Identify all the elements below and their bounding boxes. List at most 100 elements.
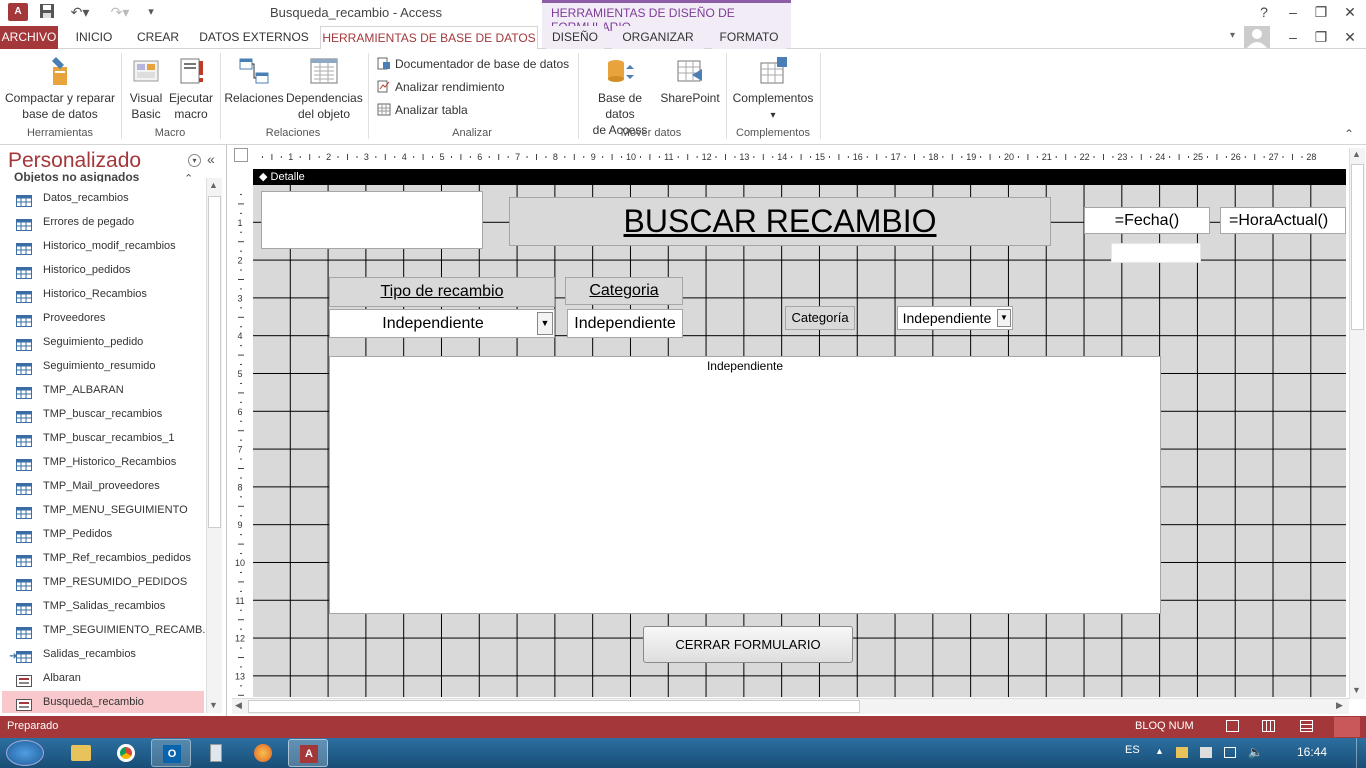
analizar-tabla-button[interactable]: Analizar tabla [377, 101, 468, 119]
explorer-icon[interactable] [61, 739, 101, 767]
nav-item[interactable]: Seguimiento_pedido [2, 331, 204, 353]
tray-flag-icon[interactable] [1176, 747, 1188, 758]
nav-item[interactable]: Albaran [2, 667, 204, 689]
customize-qat-icon[interactable]: ▾ [142, 3, 160, 21]
scroll-left-icon[interactable]: ◀ [235, 700, 242, 711]
tab-herramientas-bd[interactable]: HERRAMIENTAS DE BASE DE DATOS [320, 26, 538, 50]
tab-archivo[interactable]: ARCHIVO [0, 26, 58, 49]
nav-item[interactable]: TMP_buscar_recambios [2, 403, 204, 425]
vertical-scroll-thumb[interactable] [1351, 164, 1364, 330]
documentador-button[interactable]: Documentador de base de datos [377, 55, 569, 73]
relaciones-button[interactable]: Relaciones [224, 55, 284, 106]
nav-scroll-thumb[interactable] [208, 196, 221, 528]
chrome-icon[interactable] [106, 739, 146, 767]
categoria-textbox[interactable]: Independiente [567, 309, 683, 338]
nav-item[interactable]: TMP_Mail_proveedores [2, 475, 204, 497]
clock[interactable]: 16:44 [1297, 745, 1327, 759]
nav-item[interactable]: TMP_buscar_recambios_1 [2, 427, 204, 449]
compactar-button[interactable]: Compactar y reparar base de datos [4, 55, 116, 122]
access-taskbar-icon[interactable]: A [288, 739, 328, 767]
visual-basic-button[interactable]: Visual Basic [126, 55, 166, 122]
form-selector[interactable] [234, 148, 248, 162]
account-dropdown-icon[interactable]: ▾ [1230, 30, 1235, 41]
nav-item[interactable]: TMP_MENU_SEGUIMIENTO [2, 499, 204, 521]
form-view-icon[interactable] [1226, 720, 1239, 732]
collapse-group-icon[interactable]: ⌃ [184, 172, 193, 185]
nav-item[interactable]: TMP_Ref_recambios_pedidos [2, 547, 204, 569]
layout-view-icon[interactable] [1300, 720, 1313, 732]
ribbon-minimize-button[interactable]: – [1281, 28, 1305, 46]
logo-image-control[interactable] [261, 191, 483, 249]
cerrar-formulario-button[interactable]: CERRAR FORMULARIO [643, 626, 853, 663]
avatar[interactable] [1244, 26, 1270, 48]
subform-control[interactable]: Independiente [329, 356, 1161, 614]
tipo-recambio-combo[interactable]: Independiente ▼ [329, 309, 555, 338]
shutter-bar-icon[interactable]: « [207, 151, 215, 167]
horizontal-scroll-thumb[interactable] [248, 700, 860, 713]
collapse-ribbon-icon[interactable]: ⌃ [1344, 127, 1354, 141]
help-button[interactable]: ? [1252, 3, 1276, 21]
undo-icon[interactable]: ↶▾ [66, 3, 94, 21]
ejecutar-macro-button[interactable]: Ejecutar macro [168, 55, 214, 122]
tab-inicio[interactable]: INICIO [66, 26, 122, 49]
nav-item[interactable]: TMP_Salidas_recambios [2, 595, 204, 617]
show-desktop-button[interactable] [1356, 738, 1366, 768]
nav-item[interactable]: Historico_modif_recambios [2, 235, 204, 257]
nav-scrollbar[interactable]: ▲ ▼ [206, 178, 222, 713]
nav-item[interactable]: Historico_pedidos [2, 259, 204, 281]
tab-datos-externos[interactable]: DATOS EXTERNOS [196, 26, 312, 49]
tab-organizar[interactable]: ORGANIZAR [612, 26, 704, 49]
nav-item[interactable]: Busqueda_recambio [2, 691, 204, 713]
nav-menu-icon[interactable]: ▾ [188, 154, 201, 167]
tab-diseno[interactable]: DISEÑO [546, 26, 604, 49]
close-button[interactable]: ✕ [1338, 3, 1362, 21]
ribbon-restore-button[interactable]: ❐ [1309, 28, 1333, 46]
blank-textbox[interactable] [1111, 243, 1201, 263]
tipo-recambio-label[interactable]: Tipo de recambio [329, 277, 555, 307]
minimize-button[interactable]: – [1281, 3, 1305, 21]
nav-group-header[interactable]: Objetos no asignados [14, 170, 139, 182]
scroll-down-icon[interactable]: ▼ [1352, 685, 1361, 695]
dropdown-arrow-icon[interactable]: ▼ [537, 312, 553, 335]
detail-section-header[interactable]: ◆ Detalle [253, 169, 1346, 185]
nav-item[interactable]: ➜ Salidas_recambios [2, 643, 204, 665]
sharepoint-button[interactable]: SharePoint [658, 55, 722, 106]
horizontal-scrollbar[interactable]: ◀ ▶ [232, 698, 1349, 714]
outlook-icon[interactable]: O [151, 739, 191, 767]
scroll-right-icon[interactable]: ▶ [1336, 700, 1343, 711]
nav-item[interactable]: TMP_RESUMIDO_PEDIDOS [2, 571, 204, 593]
nav-item[interactable]: TMP_ALBARAN [2, 379, 204, 401]
tray-expand-icon[interactable]: ▲ [1155, 746, 1164, 756]
categoria-combo[interactable]: Independiente ▼ [897, 306, 1013, 330]
categoria-label-2[interactable]: Categoría [785, 306, 855, 330]
nav-item[interactable]: TMP_Historico_Recambios [2, 451, 204, 473]
categoria-label[interactable]: Categoria [565, 277, 683, 305]
base-datos-access-button[interactable]: Base de datos de Access [582, 55, 658, 138]
scroll-up-icon[interactable]: ▲ [209, 180, 218, 190]
dropdown-arrow-icon[interactable]: ▼ [997, 309, 1011, 327]
datasheet-view-icon[interactable] [1262, 720, 1275, 732]
vertical-scrollbar[interactable]: ▲ ▼ [1349, 148, 1365, 699]
save-icon[interactable] [38, 3, 56, 21]
analizar-rendimiento-button[interactable]: Analizar rendimiento [377, 78, 504, 96]
nav-item[interactable]: Datos_recambios [2, 187, 204, 209]
nav-item[interactable]: TMP_Pedidos [2, 523, 204, 545]
complementos-button[interactable]: Complementos ▾ [730, 55, 816, 124]
firefox-icon[interactable] [243, 739, 283, 767]
start-button[interactable] [6, 740, 44, 766]
nav-item[interactable]: Historico_Recambios [2, 283, 204, 305]
design-view-icon[interactable] [1334, 717, 1360, 737]
scroll-down-icon[interactable]: ▼ [209, 700, 218, 710]
form-grid[interactable]: BUSCAR RECAMBIO =Fecha() =HoraActual() T… [253, 185, 1346, 697]
scroll-up-icon[interactable]: ▲ [1352, 149, 1361, 159]
form-title-label[interactable]: BUSCAR RECAMBIO [509, 197, 1051, 246]
fecha-textbox[interactable]: =Fecha() [1084, 207, 1210, 234]
language-indicator[interactable]: ES [1125, 744, 1140, 756]
nav-item[interactable]: Errores de pegado [2, 211, 204, 233]
nav-item[interactable]: Seguimiento_resumido [2, 355, 204, 377]
nav-item[interactable]: Proveedores [2, 307, 204, 329]
document-close-button[interactable]: ✕ [1338, 28, 1362, 46]
redo-icon[interactable]: ↷▾ [106, 3, 134, 21]
restore-button[interactable]: ❐ [1309, 3, 1333, 21]
dependencias-button[interactable]: Dependencias del objeto [286, 55, 363, 122]
